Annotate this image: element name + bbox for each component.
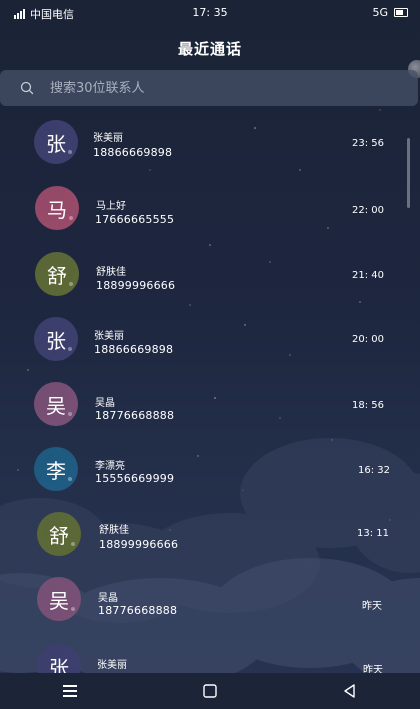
back-button[interactable] (330, 676, 370, 706)
call-time: 13: 11 (357, 528, 389, 539)
call-row[interactable]: 张 张美丽 昨天 (0, 634, 420, 674)
avatar: 张 (34, 120, 78, 164)
phone-number: 18866669898 (94, 343, 174, 356)
contact-name: 吴晶 (98, 593, 118, 604)
call-row[interactable]: 舒 舒肤佳 18899996666 13: 11 (0, 503, 420, 569)
avatar: 张 (34, 317, 78, 361)
contact-name: 舒肤佳 (96, 267, 126, 278)
menu-icon (63, 685, 77, 697)
avatar: 舒 (37, 512, 81, 556)
call-row[interactable]: 吴 吴晶 18776668888 18: 56 (0, 372, 420, 438)
clock: 17: 35 (192, 6, 228, 19)
phone-number: 15556669999 (95, 472, 175, 485)
contact-name: 吴晶 (95, 398, 115, 409)
call-time: 20: 00 (352, 334, 384, 345)
scrollbar[interactable] (407, 138, 410, 208)
call-time: 22: 00 (352, 205, 384, 216)
search-bar[interactable] (0, 70, 418, 106)
avatar: 马 (35, 186, 79, 230)
home-button[interactable] (190, 676, 230, 706)
status-bar: 中国电信 17: 35 5G (0, 0, 420, 26)
phone-number: 18899996666 (96, 279, 176, 292)
call-time: 21: 40 (352, 270, 384, 281)
menu-button[interactable] (50, 676, 90, 706)
call-row[interactable]: 马 马上好 17666665555 22: 00 (0, 175, 420, 241)
call-row[interactable]: 张 张美丽 18866669898 23: 56 (0, 110, 420, 176)
avatar: 张 (37, 644, 81, 674)
call-row[interactable]: 李 李漂亮 15556669999 16: 32 (0, 437, 420, 503)
call-time: 昨天 (362, 601, 382, 612)
contact-name: 张美丽 (93, 133, 123, 144)
contact-name: 张美丽 (94, 331, 124, 342)
phone-number: 17666665555 (95, 213, 175, 226)
call-time: 23: 56 (352, 138, 384, 149)
recent-calls-list[interactable]: 张 张美丽 18866669898 23: 56 马 马上好 176666655… (0, 110, 420, 674)
phone-number: 18866669898 (93, 146, 173, 159)
page-title: 最近通话 (177, 40, 242, 58)
avatar: 吴 (37, 577, 81, 621)
search-input[interactable] (48, 79, 352, 97)
call-time: 18: 56 (352, 400, 384, 411)
contact-name: 舒肤佳 (99, 525, 129, 536)
back-triangle-icon (344, 684, 355, 698)
contact-name: 张美丽 (97, 660, 127, 671)
call-row[interactable]: 张 张美丽 18866669898 20: 00 (0, 307, 420, 373)
contact-name: 马上好 (96, 201, 126, 212)
battery-icon (394, 8, 408, 17)
phone-number: 18776668888 (95, 409, 175, 422)
call-row[interactable]: 舒 舒肤佳 18899996666 21: 40 (0, 241, 420, 307)
call-time: 16: 32 (358, 465, 390, 476)
contact-name: 李漂亮 (95, 461, 125, 472)
navigation-bar (0, 673, 420, 709)
phone-number: 18899996666 (99, 538, 179, 551)
avatar: 舒 (35, 252, 79, 296)
search-icon (20, 81, 34, 95)
phone-number: 18776668888 (98, 604, 178, 617)
network-label: 5G (372, 6, 388, 19)
home-square-icon (203, 684, 217, 698)
avatar: 吴 (34, 382, 78, 426)
call-row[interactable]: 吴 吴晶 18776668888 昨天 (0, 568, 420, 634)
avatar: 李 (34, 447, 78, 491)
